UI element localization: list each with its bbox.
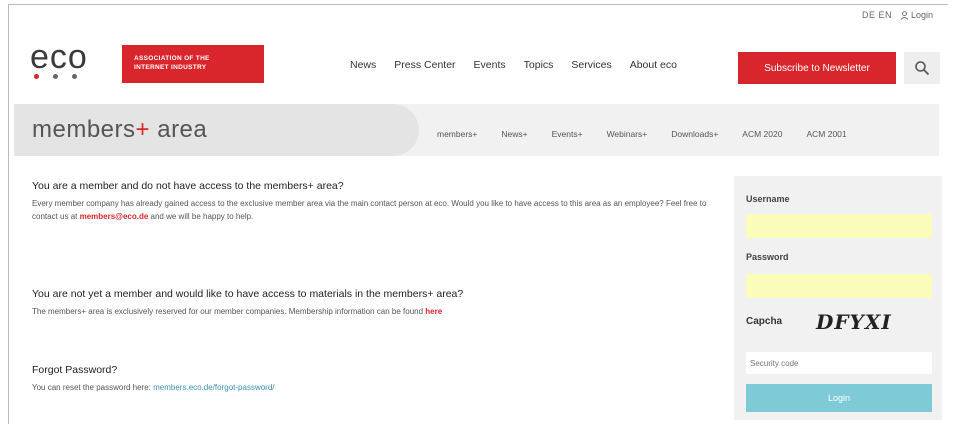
section-heading: You are not yet a member and would like … bbox=[32, 288, 464, 300]
main-nav: News Press Center Events Topics Services… bbox=[350, 59, 695, 71]
password-label: Password bbox=[746, 252, 789, 262]
login-button[interactable]: Login bbox=[746, 384, 932, 412]
section-text: Every member company has already gained … bbox=[32, 197, 722, 223]
subnav-item-members[interactable]: members+ bbox=[437, 129, 477, 139]
nav-item-topics[interactable]: Topics bbox=[524, 59, 554, 71]
captcha-image: DFYXI bbox=[816, 310, 892, 334]
members-title-text: members bbox=[32, 116, 136, 143]
section-heading: You are a member and do not have access … bbox=[32, 180, 344, 192]
association-line2: INTERNET INDUSTRY bbox=[134, 64, 207, 71]
nav-item-about-eco[interactable]: About eco bbox=[630, 59, 677, 71]
subnav-item-webinars[interactable]: Webinars+ bbox=[607, 129, 648, 139]
section-heading: Forgot Password? bbox=[32, 364, 118, 376]
subnav-item-acm-2020[interactable]: ACM 2020 bbox=[742, 129, 782, 139]
subnav-item-events[interactable]: Events+ bbox=[552, 129, 583, 139]
login-link-label: Login bbox=[910, 10, 933, 20]
security-code-input[interactable] bbox=[746, 352, 932, 374]
subnav-item-news[interactable]: News+ bbox=[501, 129, 527, 139]
members-title-suffix: area bbox=[150, 116, 208, 143]
nav-item-news[interactable]: News bbox=[350, 59, 376, 71]
logo-dot bbox=[34, 74, 39, 79]
eco-logo[interactable]: eco bbox=[30, 38, 88, 79]
logo-wordmark: eco bbox=[30, 38, 88, 76]
section-not-member: You are not yet a member and would like … bbox=[32, 288, 463, 318]
section-text: The members+ area is exclusively reserve… bbox=[32, 305, 463, 318]
members-area-title: members+ area bbox=[32, 116, 207, 144]
username-label: Username bbox=[746, 194, 790, 204]
subnav-item-acm-2001[interactable]: ACM 2001 bbox=[806, 129, 846, 139]
membership-info-link[interactable]: here bbox=[425, 307, 442, 316]
captcha-label: Capcha bbox=[746, 316, 783, 327]
forgot-password-link[interactable]: members.eco.de/forgot-password/ bbox=[153, 383, 274, 392]
section-text-body: The members+ area is exclusively reserve… bbox=[32, 307, 426, 316]
association-badge: ASSOCIATION OF THE INTERNET INDUSTRY bbox=[122, 45, 264, 83]
section-text-b: and we will be happy to help. bbox=[148, 212, 254, 221]
user-icon bbox=[900, 10, 909, 20]
nav-item-events[interactable]: Events bbox=[474, 59, 506, 71]
nav-item-press-center[interactable]: Press Center bbox=[394, 59, 455, 71]
members-title-plus: + bbox=[135, 116, 151, 143]
login-link[interactable]: Login bbox=[900, 10, 933, 20]
section-text: You can reset the password here: members… bbox=[32, 381, 275, 394]
subscribe-newsletter-button[interactable]: Subscribe to Newsletter bbox=[738, 52, 896, 84]
utility-bar: DE EN Login bbox=[862, 10, 933, 20]
username-field[interactable] bbox=[746, 214, 932, 238]
section-no-access: You are a member and do not have access … bbox=[32, 180, 722, 223]
members-subnav: members+ News+ Events+ Webinars+ Downloa… bbox=[437, 129, 847, 139]
nav-item-services[interactable]: Services bbox=[571, 59, 611, 71]
section-forgot-password: Forgot Password? You can reset the passw… bbox=[32, 364, 275, 394]
section-text-body: You can reset the password here: bbox=[32, 383, 154, 392]
logo-dot bbox=[53, 74, 58, 79]
association-line1: ASSOCIATION OF THE bbox=[134, 55, 210, 62]
search-button[interactable] bbox=[904, 52, 940, 84]
members-email-link[interactable]: members@eco.de bbox=[80, 212, 149, 221]
search-icon bbox=[915, 61, 930, 76]
subnav-item-downloads[interactable]: Downloads+ bbox=[671, 129, 718, 139]
logo-dot bbox=[72, 74, 77, 79]
language-switch[interactable]: DE EN bbox=[862, 10, 892, 20]
password-field[interactable] bbox=[746, 274, 932, 298]
login-panel: Username Password Capcha DFYXI Login bbox=[734, 176, 942, 420]
